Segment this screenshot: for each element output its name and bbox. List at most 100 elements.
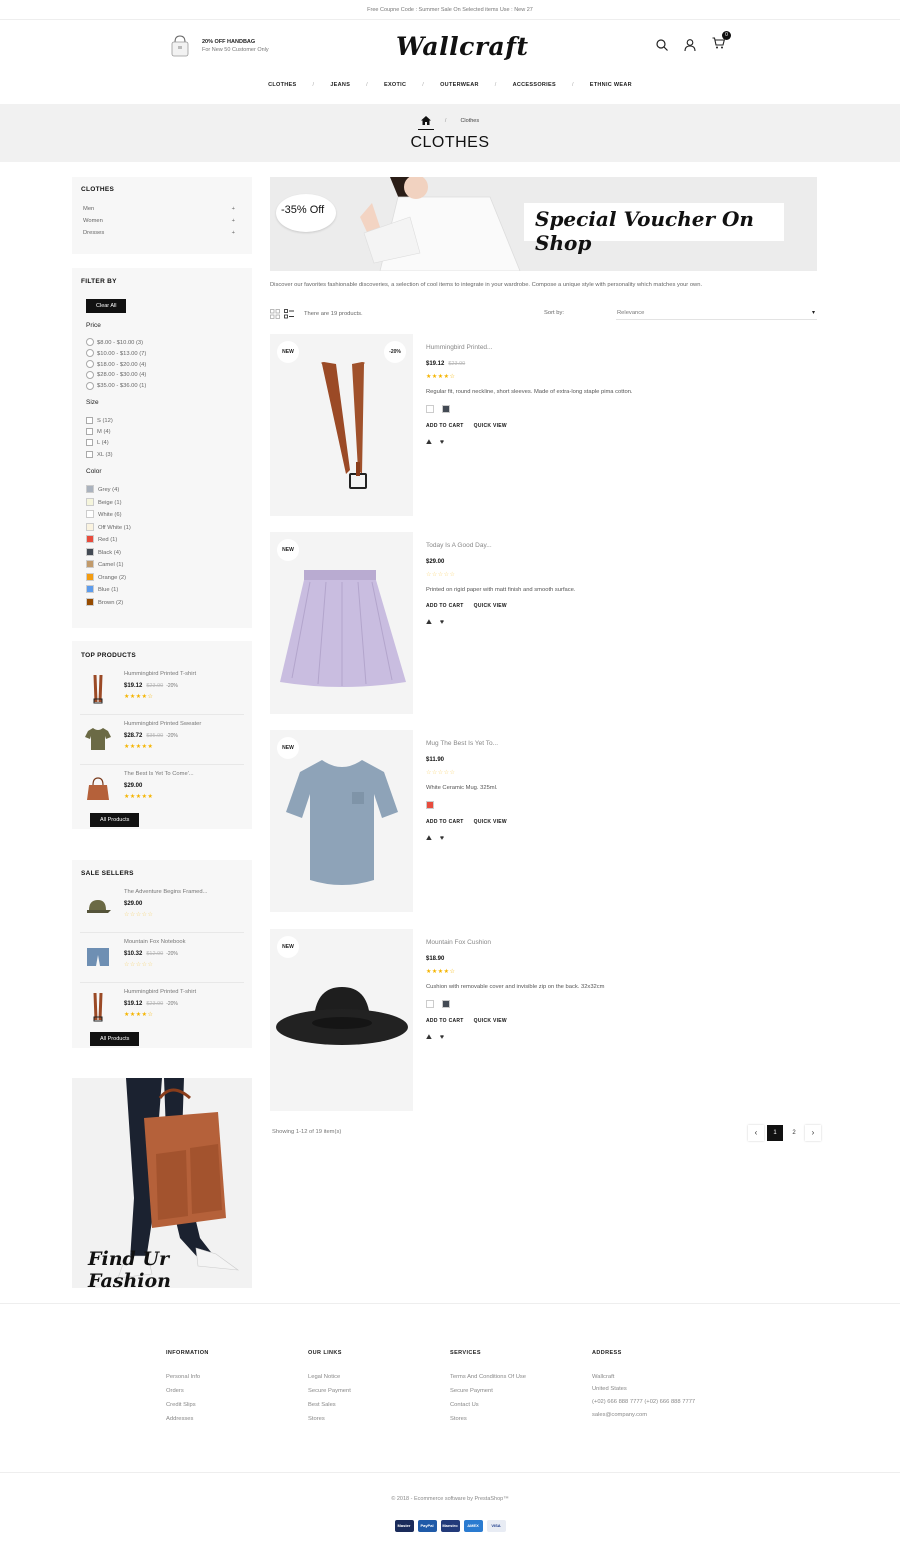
voucher-banner[interactable]: -35% Off Special Voucher On Shop	[270, 177, 817, 271]
page-2-button[interactable]: 2	[786, 1125, 802, 1141]
color-swatch[interactable]	[86, 547, 94, 556]
promo-handbag[interactable]: 20% OFF HANDBAG For New 50 Customer Only	[166, 34, 269, 58]
product-thumb-shorts[interactable]	[80, 937, 116, 977]
quick-view-button[interactable]: QUICK VIEW	[474, 819, 507, 825]
price-radio[interactable]	[86, 349, 94, 358]
heart-icon[interactable]: ♥	[440, 439, 444, 447]
nav-ethnic-wear[interactable]: ETHNIC WEAR	[574, 82, 648, 88]
list-view-icon[interactable]	[284, 309, 294, 319]
size-option[interactable]: M (4)	[86, 427, 113, 438]
product-image[interactable]: NEW	[270, 730, 413, 912]
size-checkbox[interactable]	[86, 450, 93, 458]
footer-link[interactable]: Credit Slips	[166, 1402, 306, 1408]
color-swatch[interactable]	[86, 572, 94, 581]
color-option[interactable]: Off White (1)	[86, 522, 131, 535]
phone-numbers[interactable]: (+02) 666 888 7777 (+02) 666 888 7777	[592, 1399, 742, 1405]
price-radio[interactable]	[86, 360, 94, 369]
color-option[interactable]: Beige (1)	[86, 497, 131, 510]
nav-accessories[interactable]: ACCESSORIES	[497, 82, 572, 88]
footer-link[interactable]: Terms And Conditions Of Use	[450, 1374, 590, 1380]
color-swatch[interactable]	[426, 801, 434, 809]
color-swatch[interactable]	[86, 597, 94, 606]
color-option[interactable]: Blue (1)	[86, 584, 131, 597]
next-page-button[interactable]: ›	[805, 1125, 821, 1141]
category-men[interactable]: Men +	[83, 206, 235, 212]
color-swatch[interactable]	[86, 560, 94, 569]
compare-icon[interactable]: ⛰	[426, 1034, 432, 1042]
color-option[interactable]: White (6)	[86, 509, 131, 522]
color-option[interactable]: Black (4)	[86, 547, 131, 560]
price-option[interactable]: $18.00 - $20.00 (4)	[86, 360, 146, 371]
color-swatch[interactable]	[442, 405, 450, 413]
product-image[interactable]: NEW	[270, 532, 413, 714]
heart-icon[interactable]: ♥	[440, 619, 444, 627]
product-image[interactable]: NEW -20%	[270, 334, 413, 516]
mini-product-name[interactable]: Hummingbird Printed T-shirt	[124, 671, 196, 677]
product-image[interactable]: NEW	[270, 929, 413, 1111]
grid-view-icon[interactable]	[270, 309, 280, 319]
footer-link[interactable]: Legal Notice	[308, 1374, 448, 1380]
product-name[interactable]: Today Is A Good Day...	[426, 542, 806, 549]
nav-exotic[interactable]: EXOTIC	[368, 82, 422, 88]
color-swatch[interactable]	[86, 535, 94, 544]
mini-product-name[interactable]: The Adventure Begins Framed...	[124, 889, 207, 895]
color-swatch[interactable]	[86, 522, 94, 531]
price-option[interactable]: $10.00 - $13.00 (7)	[86, 349, 146, 360]
size-option[interactable]: S (12)	[86, 416, 113, 427]
email-link[interactable]: sales@company.com	[592, 1412, 742, 1418]
color-option[interactable]: Camel (1)	[86, 559, 131, 572]
mini-product-name[interactable]: Hummingbird Printed Sweater	[124, 721, 201, 727]
color-swatch[interactable]	[442, 1000, 450, 1008]
mini-product[interactable]: Hummingbird Printed T-shirt $19.12 $23.90…	[80, 669, 244, 715]
quick-view-button[interactable]: QUICK VIEW	[474, 1018, 507, 1024]
site-logo[interactable]: Wallcraft	[396, 32, 529, 61]
category-women[interactable]: Women +	[83, 218, 235, 224]
price-radio[interactable]	[86, 338, 94, 347]
product-name[interactable]: Mountain Fox Cushion	[426, 939, 806, 946]
mini-product-name[interactable]: The Best Is Yet To Come'...	[124, 771, 194, 777]
product-name[interactable]: Hummingbird Printed...	[426, 344, 806, 351]
nav-jeans[interactable]: JEANS	[314, 82, 366, 88]
color-option[interactable]: Grey (4)	[86, 484, 131, 497]
home-icon[interactable]	[420, 116, 431, 125]
side-banner[interactable]: Find Ur Fashion	[72, 1078, 252, 1288]
price-radio[interactable]	[86, 381, 94, 390]
add-to-cart-button[interactable]: ADD TO CART	[426, 819, 464, 825]
footer-link[interactable]: Stores	[450, 1416, 590, 1422]
product-thumb-cap[interactable]	[80, 887, 116, 927]
footer-link[interactable]: Contact Us	[450, 1402, 590, 1408]
expand-plus-icon[interactable]: +	[232, 218, 235, 224]
mini-product[interactable]: The Adventure Begins Framed... $29.00 ☆☆…	[80, 887, 244, 933]
size-checkbox[interactable]	[86, 428, 93, 436]
price-option[interactable]: $8.00 - $10.00 (3)	[86, 338, 146, 349]
footer-link[interactable]: Stores	[308, 1416, 448, 1422]
footer-link[interactable]: Personal Info	[166, 1374, 306, 1380]
product-thumb-bag[interactable]	[80, 769, 116, 809]
footer-link[interactable]: Orders	[166, 1388, 306, 1394]
heart-icon[interactable]: ♥	[440, 1034, 444, 1042]
size-option[interactable]: L (4)	[86, 438, 113, 449]
add-to-cart-button[interactable]: ADD TO CART	[426, 1018, 464, 1024]
size-checkbox[interactable]	[86, 416, 93, 424]
product-thumb-belt[interactable]	[80, 987, 116, 1027]
category-dresses[interactable]: Dresses +	[83, 230, 235, 236]
product-thumb-shirt[interactable]	[80, 719, 116, 759]
mini-product-name[interactable]: Mountain Fox Notebook	[124, 939, 186, 945]
footer-link[interactable]: Secure Payment	[450, 1388, 590, 1394]
compare-icon[interactable]: ⛰	[426, 439, 432, 447]
prev-page-button[interactable]: ‹	[748, 1125, 764, 1141]
nav-clothes[interactable]: CLOTHES	[252, 82, 312, 88]
compare-icon[interactable]: ⛰	[426, 835, 432, 843]
mini-product[interactable]: Mountain Fox Notebook $10.32 $12.90 -20% ☆…	[80, 937, 244, 983]
page-1-button[interactable]: 1	[767, 1125, 783, 1141]
all-products-button[interactable]: All Products	[90, 1032, 140, 1046]
add-to-cart-button[interactable]: ADD TO CART	[426, 603, 464, 609]
size-checkbox[interactable]	[86, 439, 93, 447]
all-products-button[interactable]: All Products	[90, 813, 140, 827]
user-icon[interactable]	[684, 39, 696, 51]
product-name[interactable]: Mug The Best Is Yet To...	[426, 740, 806, 747]
nav-outerwear[interactable]: OUTERWEAR	[424, 82, 495, 88]
search-icon[interactable]	[656, 39, 668, 51]
compare-icon[interactable]: ⛰	[426, 619, 432, 627]
quick-view-button[interactable]: QUICK VIEW	[474, 603, 507, 609]
